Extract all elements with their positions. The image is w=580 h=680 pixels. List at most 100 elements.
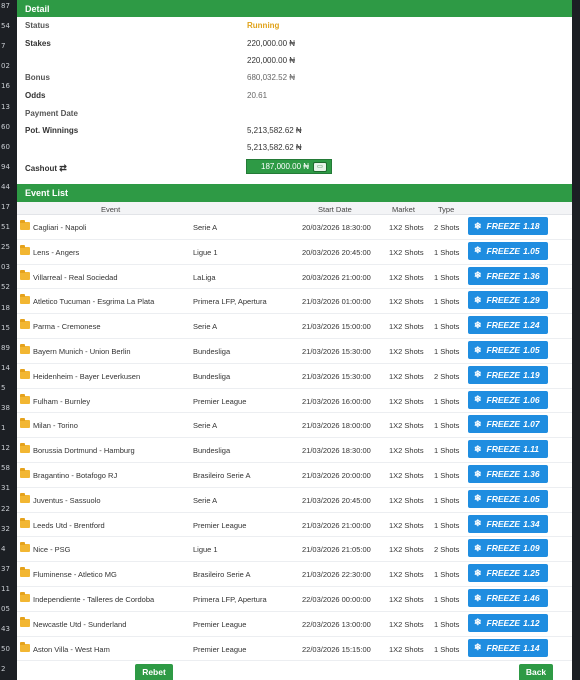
freeze-label: FREEZE bbox=[486, 593, 521, 603]
event-market: 1X2 Shots bbox=[389, 247, 424, 257]
event-row[interactable]: Atletico Tucuman - Esgrima La Plata Prime… bbox=[17, 289, 572, 315]
event-row[interactable]: Juventus - Sassuolo Serie A 21/03/2026 20:… bbox=[17, 488, 572, 513]
event-row[interactable]: Lens - Angers Ligue 1 20/03/2026 20:45:00 1… bbox=[17, 240, 572, 265]
cashout-button[interactable]: 187,000.00 ₦ ▭ bbox=[246, 159, 332, 174]
event-name: Atletico Tucuman - Esgrima La Plata bbox=[33, 297, 155, 307]
event-name: Cagliari - Napoli bbox=[33, 223, 87, 232]
snowflake-icon: ❄ bbox=[474, 418, 482, 429]
freeze-label: FREEZE bbox=[486, 444, 521, 455]
gutter-number: 03 bbox=[1, 263, 10, 272]
event-row[interactable]: Nice - PSG Ligue 1 21/03/2026 21:05:00 1X2 … bbox=[17, 537, 572, 563]
freeze-button[interactable]: ❄ FREEZE 1.36 bbox=[468, 465, 548, 483]
snowflake-icon: ❄ bbox=[474, 394, 482, 405]
gutter-number: 7 bbox=[1, 42, 6, 51]
folder-icon bbox=[20, 269, 30, 280]
event-row[interactable]: Villarreal - Real Sociedad LaLiga 20/03/20… bbox=[17, 265, 572, 290]
freeze-button[interactable]: ❄ FREEZE 1.12 bbox=[468, 613, 548, 632]
event-type: 2 Shots bbox=[434, 545, 460, 555]
freeze-button[interactable]: ❄ FREEZE 1.05 bbox=[468, 489, 548, 508]
folder-icon bbox=[20, 244, 30, 255]
event-start-date: 21/03/2026 01:00:00 bbox=[302, 297, 371, 307]
event-type: 1 Shots bbox=[434, 247, 460, 257]
freeze-button[interactable]: ❄ FREEZE 1.29 bbox=[468, 291, 548, 310]
stakes-value-2: 220,000.00 ₦ bbox=[247, 56, 296, 65]
event-type: 1 Shots bbox=[434, 297, 460, 307]
folder-icon bbox=[20, 344, 30, 354]
freeze-button[interactable]: ❄ FREEZE 1.05 bbox=[468, 341, 548, 359]
gutter-number: 02 bbox=[1, 62, 10, 71]
event-row[interactable]: Independiente - Talleres de Cordoba Prime… bbox=[17, 587, 572, 612]
event-row[interactable]: Leeds Utd - Brentford Premier League 21/03… bbox=[17, 513, 572, 538]
freeze-odds: 1.36 bbox=[523, 469, 540, 479]
rebet-button[interactable]: Rebet bbox=[135, 664, 173, 680]
freeze-label: FREEZE bbox=[486, 295, 521, 306]
event-row[interactable]: Bragantino - Botafogo RJ Brasileiro Serie… bbox=[17, 463, 572, 488]
gutter-number: 16 bbox=[1, 82, 10, 91]
event-row[interactable]: Parma - Cremonese Serie A 21/03/2026 15:00… bbox=[17, 314, 572, 339]
event-name: Villarreal - Real Sociedad bbox=[33, 272, 118, 282]
event-type: 1 Shots bbox=[434, 644, 460, 654]
event-league: Bundesliga bbox=[193, 371, 231, 381]
freeze-button[interactable]: ❄ FREEZE 1.09 bbox=[468, 539, 548, 558]
gutter-number: 2 bbox=[1, 665, 6, 674]
event-league: Premier League bbox=[193, 396, 247, 406]
gutter-number: 52 bbox=[1, 283, 10, 292]
event-row[interactable]: Bayern Munich - Union Berlin Bundesliga 21… bbox=[17, 339, 572, 364]
freeze-button[interactable]: ❄ FREEZE 1.11 bbox=[468, 440, 548, 459]
event-row[interactable]: Fulham - Burnley Premier League 21/03/2026… bbox=[17, 389, 572, 414]
snowflake-icon: ❄ bbox=[474, 617, 482, 628]
event-row[interactable]: Heidenheim - Bayer Leverkusen Bundesliga 2… bbox=[17, 364, 572, 389]
freeze-label: FREEZE bbox=[486, 369, 521, 380]
gutter-number: 4 bbox=[1, 544, 6, 553]
freeze-button[interactable]: ❄ FREEZE 1.14 bbox=[468, 638, 548, 657]
event-start-date: 21/03/2026 20:45:00 bbox=[302, 495, 371, 505]
freeze-odds: 1.24 bbox=[523, 320, 540, 331]
event-type: 1 Shots bbox=[434, 595, 460, 604]
folder-icon bbox=[20, 542, 30, 553]
freeze-odds: 1.19 bbox=[523, 369, 540, 380]
refresh-icon[interactable]: ⇄ bbox=[59, 163, 67, 173]
folder-icon bbox=[20, 468, 30, 478]
folder-icon bbox=[20, 443, 30, 454]
event-row[interactable]: Milan - Torino Serie A 21/03/2026 18:00:00… bbox=[17, 413, 572, 439]
freeze-button[interactable]: ❄ FREEZE 1.07 bbox=[468, 415, 548, 434]
event-type: 1 Shots bbox=[434, 570, 460, 580]
event-type: 1 Shots bbox=[434, 446, 460, 456]
event-type: 2 Shots bbox=[434, 223, 460, 232]
freeze-button[interactable]: ❄ FREEZE 1.34 bbox=[468, 514, 548, 533]
freeze-odds: 1.46 bbox=[523, 593, 540, 603]
event-league: Serie A bbox=[193, 223, 218, 232]
freeze-button[interactable]: ❄ FREEZE 1.18 bbox=[468, 217, 548, 235]
folder-icon bbox=[20, 592, 30, 602]
event-league: Bundesliga bbox=[193, 347, 231, 356]
event-row[interactable]: Aston Villa - West Ham Premier League 22/0… bbox=[17, 637, 572, 662]
freeze-label: FREEZE bbox=[486, 543, 521, 554]
event-name: Milan - Torino bbox=[33, 421, 78, 431]
snowflake-icon: ❄ bbox=[474, 294, 482, 305]
event-row[interactable]: Borussia Dortmund - Hamburg Bundesliga 21/… bbox=[17, 438, 572, 463]
back-button[interactable]: Back bbox=[519, 664, 553, 680]
freeze-button[interactable]: ❄ FREEZE 1.24 bbox=[468, 316, 548, 335]
gutter-number: 60 bbox=[1, 122, 10, 131]
event-row[interactable]: Cagliari - Napoli Serie A 20/03/2026 18:30… bbox=[17, 215, 572, 240]
gutter-number: 17 bbox=[1, 203, 10, 211]
freeze-button[interactable]: ❄ FREEZE 1.25 bbox=[468, 564, 548, 583]
freeze-button[interactable]: ❄ FREEZE 1.06 bbox=[468, 390, 548, 409]
freeze-button[interactable]: ❄ FREEZE 1.46 bbox=[468, 589, 548, 607]
freeze-label: FREEZE bbox=[486, 568, 521, 579]
event-row[interactable]: Fluminense - Atletico MG Brasileiro Serie… bbox=[17, 562, 572, 587]
freeze-odds: 1.25 bbox=[523, 568, 540, 579]
freeze-button[interactable]: ❄ FREEZE 1.19 bbox=[468, 365, 548, 384]
freeze-button[interactable]: ❄ FREEZE 1.05 bbox=[468, 241, 548, 260]
freeze-button[interactable]: ❄ FREEZE 1.36 bbox=[468, 266, 548, 285]
bonus-label: Bonus bbox=[25, 73, 50, 82]
event-start-date: 21/03/2026 21:05:00 bbox=[302, 545, 371, 555]
gutter-number: 13 bbox=[1, 102, 10, 111]
snowflake-icon: ❄ bbox=[474, 344, 482, 355]
event-row[interactable]: Newcastle Utd - Sunderland Premier League… bbox=[17, 612, 572, 637]
event-start-date: 22/03/2026 15:15:00 bbox=[302, 644, 371, 654]
event-league: Brasileiro Serie A bbox=[193, 471, 251, 480]
gutter-number: 5 bbox=[1, 383, 6, 392]
stakes-label: Stakes bbox=[25, 39, 51, 48]
event-market: 1X2 Shots bbox=[389, 396, 424, 406]
